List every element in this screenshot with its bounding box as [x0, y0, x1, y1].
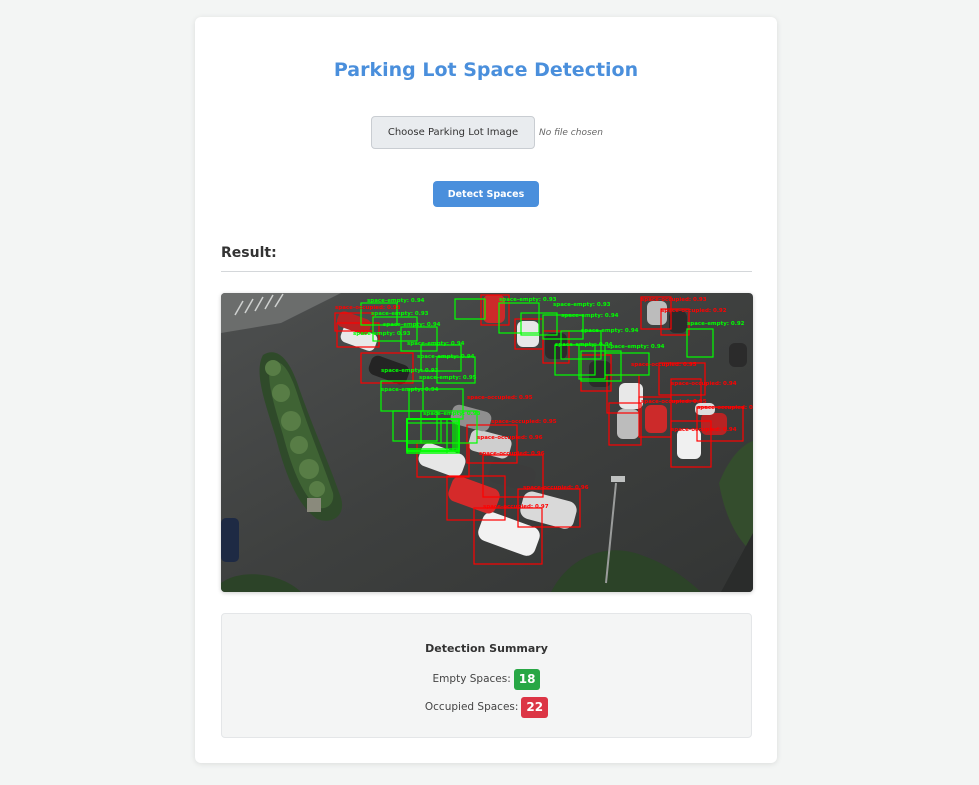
file-upload-row: Choose Parking Lot Image No file chosen	[371, 116, 603, 149]
choose-image-button[interactable]: Choose Parking Lot Image	[371, 116, 535, 149]
detection-summary: Detection Summary Empty Spaces: 18 Occup…	[221, 613, 752, 738]
svg-text:space-occupied: 0.96: space-occupied: 0.96	[477, 435, 543, 441]
svg-text:space-occupied: 0.96: space-occupied: 0.96	[479, 451, 545, 457]
file-status-text: No file chosen	[539, 127, 603, 138]
svg-text:space-empty: 0.94: space-empty: 0.94	[367, 298, 425, 304]
page-title: Parking Lot Space Detection	[333, 59, 639, 81]
svg-text:space-empty: 0.94: space-empty: 0.94	[581, 328, 639, 334]
main-card: Parking Lot Space Detection Choose Parki…	[195, 17, 777, 763]
svg-text:space-occupied: 0.95: space-occupied: 0.95	[697, 405, 753, 411]
svg-text:space-empty: 0.93: space-empty: 0.93	[381, 368, 439, 374]
svg-text:space-occupied: 0.95: space-occupied: 0.95	[491, 419, 557, 425]
svg-text:space-empty: 0.93: space-empty: 0.93	[553, 302, 611, 308]
empty-spaces-label: Empty Spaces:	[432, 673, 511, 685]
svg-text:space-empty: 0.94: space-empty: 0.94	[407, 341, 465, 347]
svg-text:space-occupied: 0.97: space-occupied: 0.97	[483, 504, 549, 510]
svg-text:space-empty: 0.93: space-empty: 0.93	[371, 311, 429, 317]
svg-text:space-empty: 0.93: space-empty: 0.93	[499, 297, 557, 303]
svg-text:space-empty: 0.93: space-empty: 0.93	[423, 411, 481, 417]
svg-text:space-occupied: 0.96: space-occupied: 0.96	[523, 485, 589, 491]
svg-text:space-occupied: 0.93: space-occupied: 0.93	[335, 305, 401, 311]
svg-text:space-empty: 0.94: space-empty: 0.94	[555, 342, 613, 348]
svg-text:space-occupied: 0.95: space-occupied: 0.95	[467, 395, 533, 401]
occupied-count-badge: 22	[521, 696, 549, 718]
divider	[221, 271, 752, 272]
svg-text:space-empty: 0.95: space-empty: 0.95	[419, 375, 477, 381]
svg-text:space-occupied: 0.92: space-occupied: 0.92	[661, 308, 727, 314]
occupied-spaces-row: Occupied Spaces: 22	[222, 696, 751, 718]
svg-text:space-occupied: 0.94: space-occupied: 0.94	[671, 427, 737, 433]
svg-text:space-empty: 0.94: space-empty: 0.94	[561, 313, 619, 319]
detect-spaces-button[interactable]: Detect Spaces	[433, 181, 539, 207]
svg-text:space-empty: 0.92: space-empty: 0.92	[687, 321, 745, 327]
occupied-spaces-label: Occupied Spaces:	[424, 701, 519, 713]
svg-text:space-occupied: 0.95: space-occupied: 0.95	[631, 362, 697, 368]
svg-text:space-empty: 0.94: space-empty: 0.94	[417, 354, 475, 360]
svg-text:space-occupied: 0.93: space-occupied: 0.93	[641, 297, 707, 303]
svg-text:space-empty: 0.94: space-empty: 0.94	[383, 322, 441, 328]
empty-count-badge: 18	[513, 668, 541, 690]
detection-result-image: space-empty: 0.94 space-empty: 0.93 spac…	[221, 293, 753, 592]
empty-spaces-row: Empty Spaces: 18	[222, 668, 751, 690]
svg-text:space-occupied: 0.94: space-occupied: 0.94	[671, 381, 737, 387]
svg-text:space-empty: 0.94: space-empty: 0.94	[607, 344, 665, 350]
svg-text:space-empty: 0.94: space-empty: 0.94	[381, 387, 439, 393]
summary-title: Detection Summary	[425, 642, 548, 655]
svg-text:space-empty: 0.93: space-empty: 0.93	[353, 331, 411, 337]
result-heading: Result:	[221, 245, 277, 261]
